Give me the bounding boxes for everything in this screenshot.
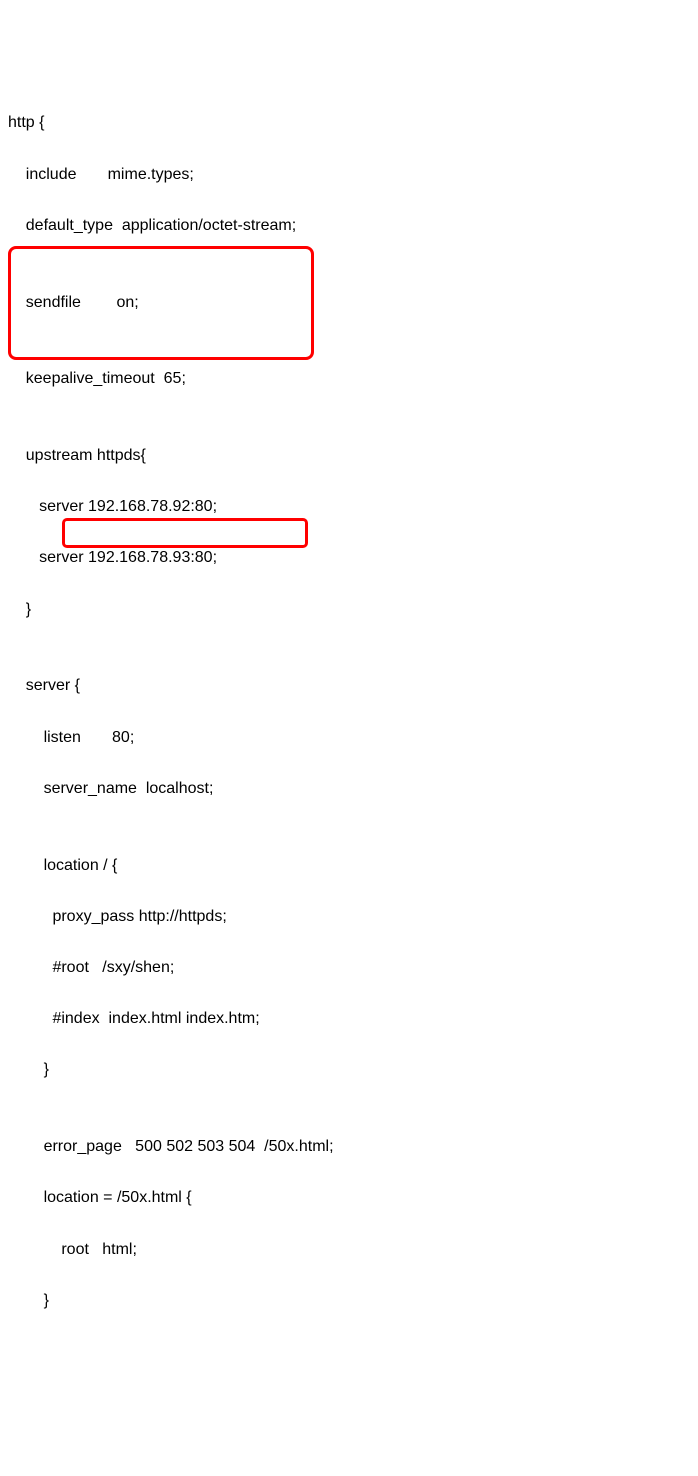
highlight-proxy-pass: [62, 518, 308, 548]
config-line-sendfile: sendfile on;: [8, 290, 690, 316]
config-line-upstream-server1: server 192.168.78.92:80;: [8, 494, 690, 520]
config-line-proxy-pass: proxy_pass http://httpds;: [8, 904, 690, 930]
config-line-error-page: error_page 500 502 503 504 /50x.html;: [8, 1134, 690, 1160]
config-line-root-html: root html;: [8, 1237, 690, 1263]
config-line-location-root-open: location / {: [8, 853, 690, 879]
config-line-upstream-close: }: [8, 597, 690, 623]
config-line-server-name: server_name localhost;: [8, 776, 690, 802]
config-line-default-type: default_type application/octet-stream;: [8, 213, 690, 239]
config-line-http-open: http {: [8, 110, 690, 136]
config-line-location-root-close: }: [8, 1057, 690, 1083]
config-line-listen: listen 80;: [8, 725, 690, 751]
config-line-location-50x-close: }: [8, 1288, 690, 1314]
config-line-comment-root: #root /sxy/shen;: [8, 955, 690, 981]
config-line-server-open: server {: [8, 673, 690, 699]
config-line-upstream-open: upstream httpds{: [8, 443, 690, 469]
config-line-comment-index: #index index.html index.htm;: [8, 1006, 690, 1032]
config-line-keepalive: keepalive_timeout 65;: [8, 366, 690, 392]
config-line-upstream-server2: server 192.168.78.93:80;: [8, 545, 690, 571]
config-line-location-50x-open: location = /50x.html {: [8, 1185, 690, 1211]
config-line-include: include mime.types;: [8, 162, 690, 188]
